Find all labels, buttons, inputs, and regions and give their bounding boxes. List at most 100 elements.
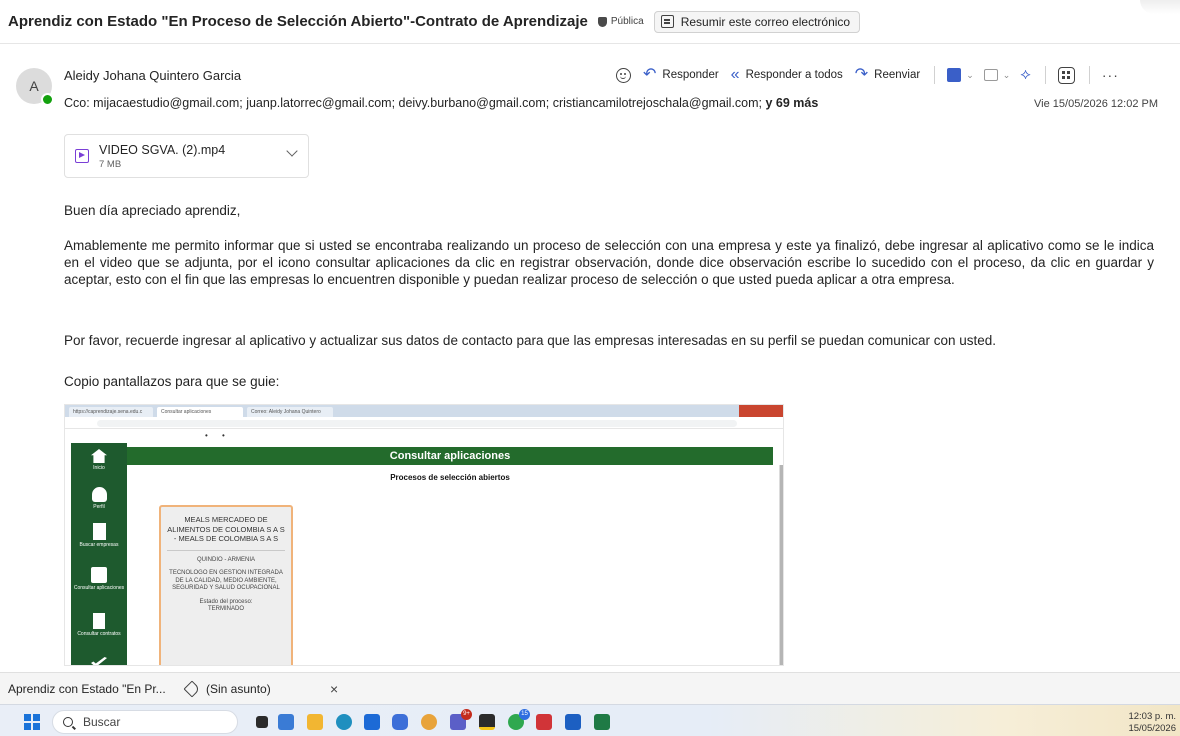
sidebar-label: Buscar empresas [79, 542, 119, 548]
video-file-icon [75, 149, 89, 163]
pdf-reader-icon[interactable] [536, 714, 552, 730]
system-clock[interactable]: 12:03 p. m. 15/05/2026 [1128, 711, 1176, 735]
apps-icon[interactable] [1057, 66, 1075, 84]
browser-tabs: https://caprendizaje.sena.edu.c Consulta… [65, 405, 783, 417]
edge-icon[interactable] [336, 714, 352, 730]
reply-label: Responder [662, 69, 719, 81]
search-icon [63, 717, 73, 727]
chevron-down-icon[interactable]: ⌄ [966, 70, 974, 81]
address-bar [65, 417, 783, 429]
tab-label: Aprendiz con Estado "En Pr... [8, 682, 166, 696]
message-actions: ↶ Responder «Responder a todos ↷ Reenviar … [616, 63, 1119, 87]
card-location: QUINDIO - ARMENIA [196, 556, 255, 563]
attachment-card[interactable]: VIDEO SGVA. (2).mp4 7 MB [64, 134, 309, 178]
clock-date: 15/05/2026 [1128, 723, 1176, 734]
whatsapp-icon[interactable]: 15 [508, 709, 530, 730]
email-subject: Aprendiz con Estado "En Proceso de Selec… [8, 13, 588, 30]
chevron-down-icon[interactable]: ⌄ [1003, 70, 1011, 81]
windows-taskbar: Buscar 9+ 15 12:03 p. m. 15/05/2026 [0, 704, 1180, 736]
compose-tabs-bar: Aprendiz con Estado "En Pr... (Sin asunt… [0, 672, 1180, 704]
app-sidebar: Inicio Perfil Buscar empresas Consultar … [71, 443, 127, 665]
page-title: Consultar aplicaciones [127, 447, 773, 465]
more-recipients-link[interactable]: y 69 más [766, 96, 819, 110]
windows-start-icon[interactable] [24, 714, 40, 730]
reply-all-label: Responder a todos [745, 69, 843, 81]
carousel-dots: • • [205, 431, 231, 440]
card-program: TECNOLOGO EN GESTION INTEGRADA DE LA CAL… [169, 570, 283, 591]
summarize-button[interactable]: Resumir este correo electrónico [653, 10, 861, 33]
sidebar-item-inicio: Inicio [71, 449, 127, 471]
sidebar-label: Inicio [93, 465, 105, 471]
card-status-value: TERMINADO [208, 606, 244, 612]
sidebar-label: Consultar aplicaciones [73, 585, 125, 591]
attachment-name: VIDEO SGVA. (2).mp4 [99, 142, 226, 157]
application-card: MEALS MERCADEO DE ALIMENTOS DE COLOMBIA … [159, 505, 293, 665]
sticky-notes-icon[interactable] [479, 714, 495, 730]
app-icon[interactable] [392, 714, 408, 730]
scrollbar-thumb [780, 465, 783, 665]
browser-tab: Consultar aplicaciones [157, 407, 243, 417]
clock-time: 12:03 p. m. [1128, 711, 1176, 722]
sidebar-label: Consultar contratos [77, 631, 121, 637]
store-icon[interactable] [364, 714, 380, 730]
card-company: MEALS MERCADEO DE ALIMENTOS DE COLOMBIA … [167, 515, 285, 543]
section-title: Procesos de selección abiertos [390, 473, 510, 482]
body-paragraph: Amablemente me permito informar que si u… [64, 238, 1154, 287]
close-icon[interactable]: × [330, 681, 338, 697]
taskbar-search[interactable]: Buscar [52, 710, 238, 734]
reply-all-button[interactable]: « Responder a todos [731, 67, 843, 83]
excel-icon[interactable] [594, 714, 610, 730]
emoji-reaction-icon[interactable] [616, 67, 631, 83]
pdf-addin-icon[interactable] [947, 68, 962, 82]
tab-label: (Sin asunto) [206, 682, 271, 696]
browser-tab: Correo: Aleidy Johana Quintero [247, 407, 333, 417]
note-addin-icon[interactable] [983, 69, 998, 81]
widgets-icon[interactable] [278, 714, 294, 730]
browser-tab: https://caprendizaje.sena.edu.c [69, 407, 153, 417]
forward-label: Reenviar [874, 69, 921, 81]
visibility-label: Pública [610, 16, 644, 27]
divider [934, 66, 936, 84]
presence-available-icon [41, 93, 54, 106]
home-icon [91, 449, 107, 463]
window-controls [739, 405, 783, 417]
divider [1088, 66, 1090, 84]
task-view-icon[interactable] [256, 716, 268, 728]
email-date: Vie 15/05/2026 12:02 PM [1034, 98, 1158, 110]
corner-shadow [1140, 0, 1180, 14]
loop-icon[interactable]: ⟡ [1020, 66, 1031, 84]
shield-icon [597, 16, 607, 27]
notification-badge: 9+ [461, 709, 472, 720]
tab-draft[interactable]: (Sin asunto) [183, 673, 271, 705]
reply-button[interactable]: ↶ Responder [643, 67, 719, 83]
outlook-icon[interactable] [565, 714, 581, 730]
scrollbar [779, 465, 783, 665]
sidebar-item-consultar-contratos: Consultar contratos [71, 613, 127, 637]
pencil-icon [183, 680, 201, 698]
file-explorer-icon[interactable] [307, 714, 323, 730]
sidebar-item-consultar-aplicaciones: Consultar aplicaciones [71, 567, 127, 591]
building-icon [92, 523, 106, 540]
check-icon [91, 657, 107, 665]
forward-button[interactable]: ↷ Reenviar [855, 67, 920, 83]
subject-bar: Aprendiz con Estado "En Proceso de Selec… [0, 0, 1180, 44]
tab-current-email[interactable]: Aprendiz con Estado "En Pr... [8, 673, 166, 705]
divider [1044, 66, 1046, 84]
body-paragraph: Copio pantallazos para que se guie: [64, 374, 280, 389]
search-placeholder: Buscar [83, 715, 121, 729]
embedded-screenshot: https://caprendizaje.sena.edu.c Consulta… [64, 404, 784, 666]
url-field [97, 420, 737, 427]
user-icon [91, 487, 107, 502]
chevron-down-icon[interactable] [286, 145, 298, 157]
teams-icon[interactable]: 9+ [450, 709, 472, 730]
notification-badge: 15 [519, 709, 530, 720]
bcc-recipients: Cco: mijacaestudio@gmail.com; juanp.lato… [64, 96, 818, 110]
chrome-icon[interactable] [421, 714, 437, 730]
applications-icon [91, 567, 107, 583]
forward-icon: ↷ [854, 66, 869, 83]
reply-icon: ↶ [643, 66, 657, 83]
more-options-button[interactable]: ··· [1102, 67, 1119, 83]
summarize-label: Resumir este correo electrónico [680, 14, 851, 29]
sender-name[interactable]: Aleidy Johana Quintero Garcia [64, 68, 241, 83]
sidebar-label: Perfil [93, 504, 105, 510]
